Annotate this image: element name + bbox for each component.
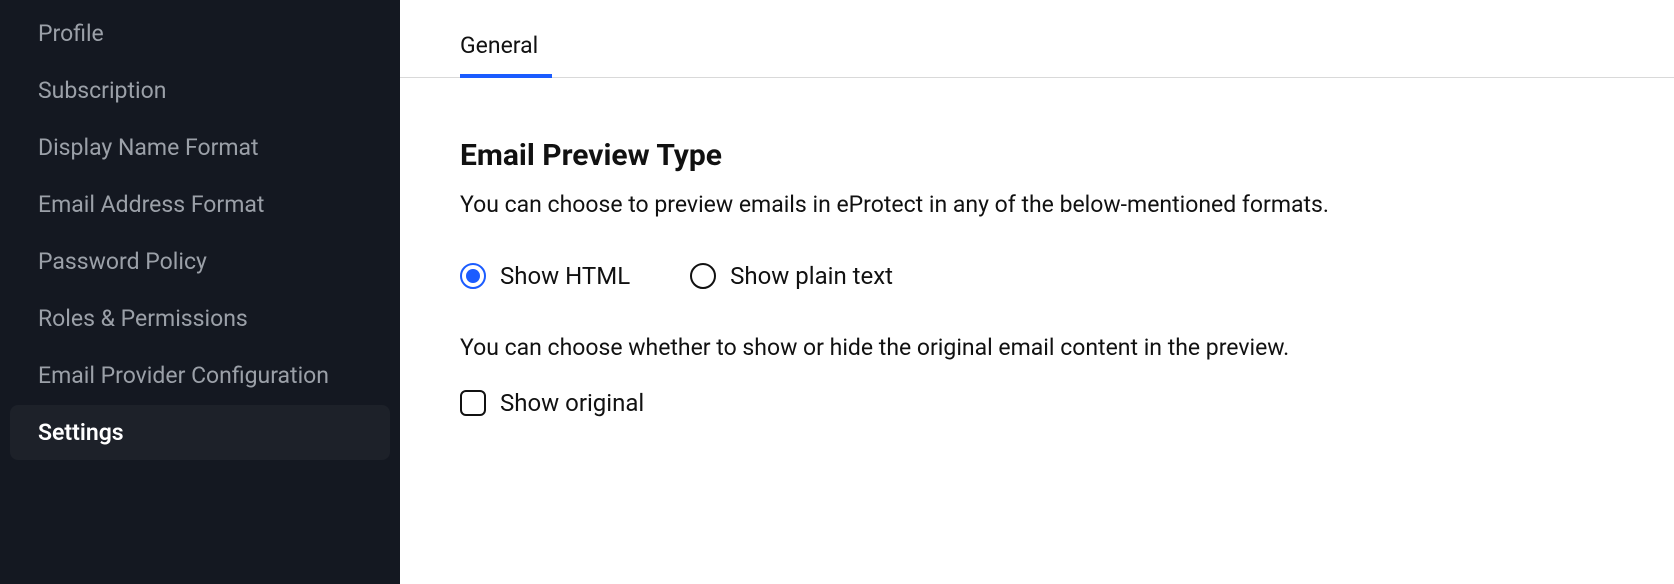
section-description: You can choose to preview emails in ePro… [460, 191, 1614, 218]
radio-label: Show HTML [500, 262, 630, 290]
radio-dot-icon [466, 269, 480, 283]
tab-bar: General [400, 0, 1674, 78]
checkbox-icon-unchecked [460, 390, 486, 416]
sidebar-item-subscription[interactable]: Subscription [10, 63, 390, 118]
radio-icon-selected [460, 263, 486, 289]
radio-label: Show plain text [730, 262, 893, 290]
main-content: General Email Preview Type You can choos… [400, 0, 1674, 584]
radio-show-plain-text[interactable]: Show plain text [690, 262, 893, 290]
checkbox-show-original[interactable]: Show original [460, 389, 1614, 417]
settings-content: Email Preview Type You can choose to pre… [400, 78, 1674, 417]
checkbox-label: Show original [500, 389, 644, 417]
sidebar-item-password-policy[interactable]: Password Policy [10, 234, 390, 289]
radio-show-html[interactable]: Show HTML [460, 262, 630, 290]
radio-icon-unselected [690, 263, 716, 289]
sidebar-item-email-address-format[interactable]: Email Address Format [10, 177, 390, 232]
sidebar-item-email-provider-configuration[interactable]: Email Provider Configuration [10, 348, 390, 403]
sidebar-item-profile[interactable]: Profile [10, 6, 390, 61]
tab-general[interactable]: General [460, 32, 538, 77]
sidebar-item-roles-permissions[interactable]: Roles & Permissions [10, 291, 390, 346]
sidebar-item-settings[interactable]: Settings [10, 405, 390, 460]
sidebar-item-display-name-format[interactable]: Display Name Format [10, 120, 390, 175]
section-title: Email Preview Type [460, 138, 1614, 173]
sub-description: You can choose whether to show or hide t… [460, 334, 1614, 361]
sidebar: Profile Subscription Display Name Format… [0, 0, 400, 584]
preview-type-radio-group: Show HTML Show plain text [460, 262, 1614, 290]
